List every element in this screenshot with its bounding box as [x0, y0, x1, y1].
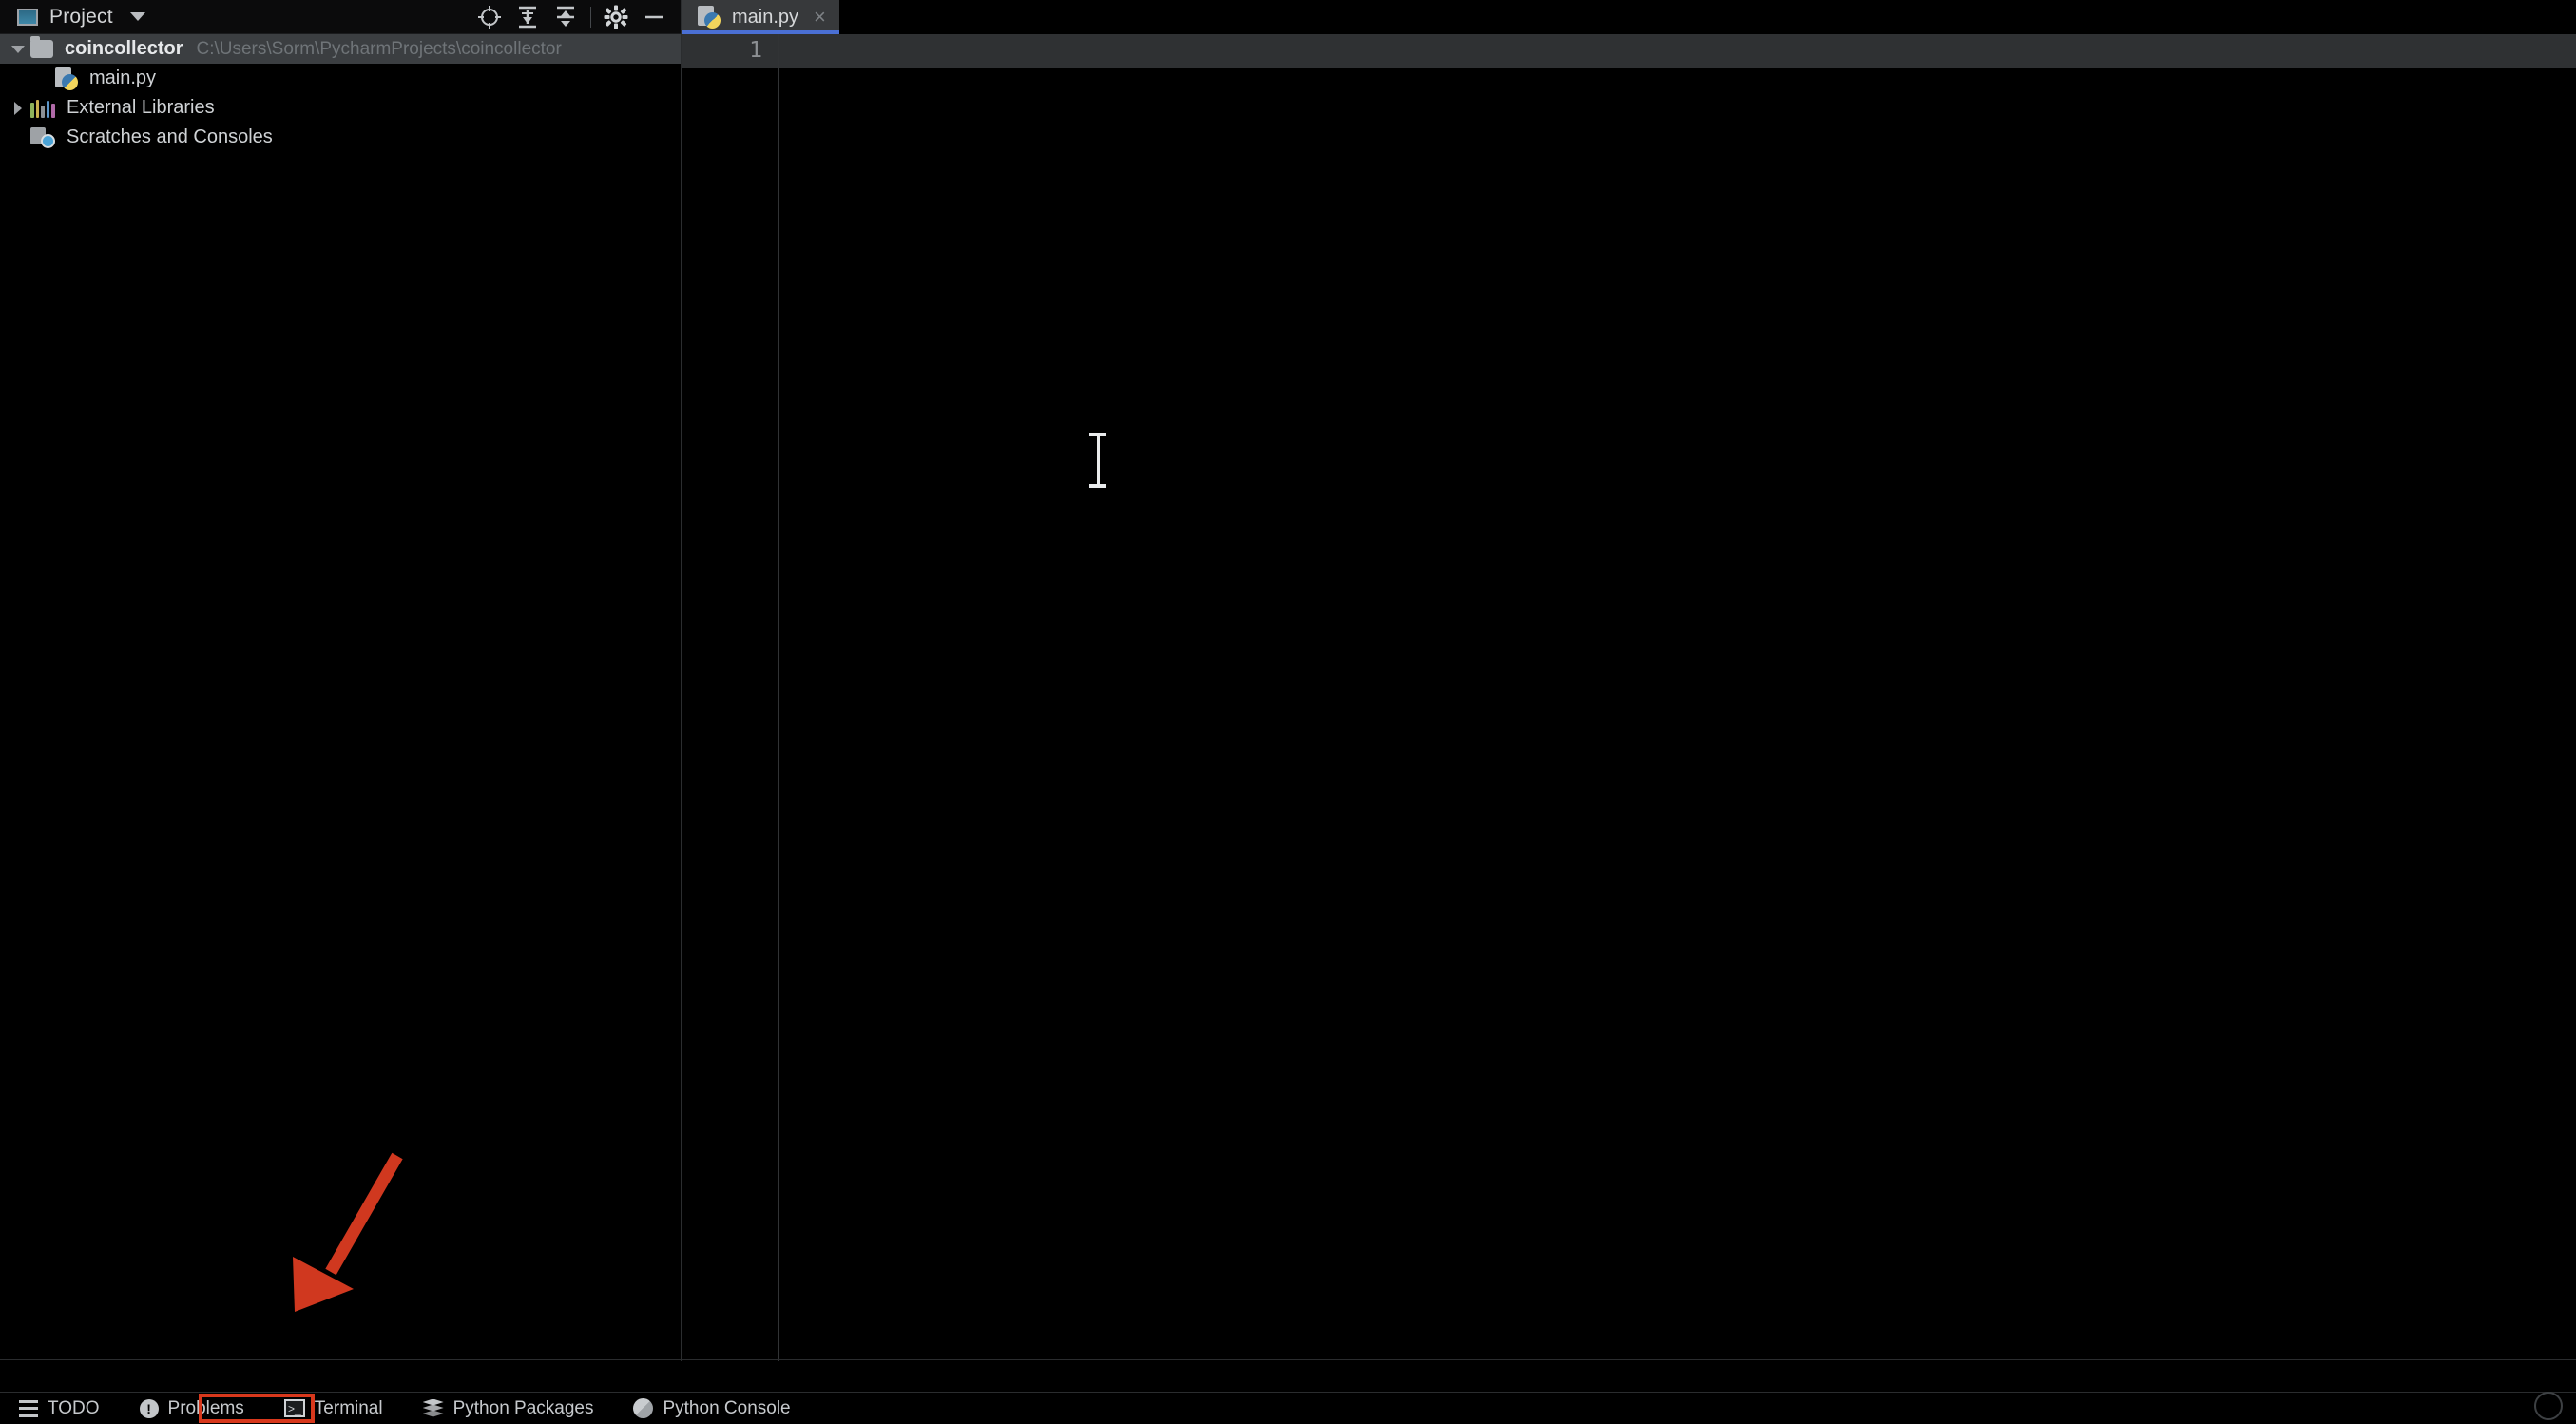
- terminal-icon: >_: [283, 1399, 305, 1417]
- code-editor-surface[interactable]: [779, 34, 2576, 1361]
- python-console-icon: [633, 1398, 654, 1418]
- python-file-icon: [698, 6, 721, 29]
- python-packages-icon: [422, 1398, 444, 1418]
- bottom-tab-label: Python Console: [663, 1397, 791, 1418]
- bottom-tool-window-bar: TODO ! Problems >_ Terminal Python Packa…: [0, 1392, 2576, 1424]
- project-panel-icon: [17, 8, 38, 26]
- hide-panel-icon[interactable]: [635, 0, 673, 34]
- bottom-tab-problems[interactable]: ! Problems: [130, 1393, 254, 1424]
- tree-node-path: C:\Users\Sorm\PycharmProjects\coincollec…: [196, 38, 562, 59]
- project-panel-title: Project: [49, 5, 113, 28]
- chevron-expanded-icon[interactable]: [6, 45, 30, 53]
- collapse-all-icon[interactable]: [547, 0, 585, 34]
- tree-node-label: coincollector: [65, 38, 183, 59]
- editor-area: main.py × 1: [682, 0, 2576, 1361]
- bottom-tab-terminal[interactable]: >_ Terminal: [275, 1393, 393, 1424]
- close-icon[interactable]: ×: [814, 7, 826, 28]
- bottom-tab-label: Python Packages: [452, 1397, 594, 1418]
- expand-all-icon[interactable]: [509, 0, 547, 34]
- code-region[interactable]: 1: [682, 34, 2576, 1361]
- tree-node-label: External Libraries: [67, 97, 215, 118]
- tab-main-py[interactable]: main.py ×: [682, 0, 839, 34]
- tree-node-external-libraries[interactable]: External Libraries: [0, 93, 681, 123]
- tree-node-label: main.py: [89, 67, 157, 88]
- tree-node-label: Scratches and Consoles: [67, 126, 273, 147]
- bottom-tab-python-console[interactable]: Python Console: [624, 1393, 799, 1424]
- project-tool-window: Project coincollector C:\Users\Sorm\Pych…: [0, 0, 681, 1361]
- pycharm-window: Project coincollector C:\Users\Sorm\Pych…: [0, 0, 2576, 1424]
- editor-bottom-divider: [0, 1359, 2576, 1360]
- bottom-tab-label: Problems: [167, 1397, 244, 1418]
- settings-gear-icon[interactable]: [597, 0, 635, 34]
- status-indicator-icon: [2534, 1392, 2563, 1420]
- editor-tab-bar: main.py ×: [682, 0, 2576, 34]
- bottom-tab-label: Terminal: [314, 1397, 383, 1418]
- problems-icon: !: [139, 1398, 159, 1418]
- mouse-text-cursor: [1089, 433, 1106, 488]
- project-header-actions: [471, 0, 673, 34]
- python-file-icon: [55, 67, 78, 90]
- bottom-tab-todo[interactable]: TODO: [10, 1393, 109, 1424]
- tree-node-coincollector[interactable]: coincollector C:\Users\Sorm\PycharmProje…: [0, 34, 681, 64]
- bottom-tab-python-packages[interactable]: Python Packages: [413, 1393, 604, 1424]
- chevron-collapsed-icon[interactable]: [6, 101, 30, 115]
- scratches-icon: [30, 126, 55, 148]
- todo-icon: [19, 1399, 38, 1417]
- toolbar-divider: [590, 7, 591, 28]
- bottom-tab-label: TODO: [48, 1397, 100, 1418]
- editor-gutter[interactable]: 1: [682, 34, 778, 1361]
- line-number: 1: [749, 38, 762, 63]
- folder-icon: [30, 36, 53, 58]
- project-panel-header: Project: [0, 0, 681, 34]
- select-opened-file-icon[interactable]: [471, 0, 509, 34]
- external-libraries-icon: [30, 99, 55, 118]
- tab-label: main.py: [732, 6, 799, 28]
- project-tree[interactable]: coincollector C:\Users\Sorm\PycharmProje…: [0, 34, 681, 1361]
- tree-node-scratches-and-consoles[interactable]: Scratches and Consoles: [0, 123, 681, 152]
- chevron-down-icon[interactable]: [129, 12, 145, 21]
- tree-node-main-py[interactable]: main.py: [0, 64, 681, 93]
